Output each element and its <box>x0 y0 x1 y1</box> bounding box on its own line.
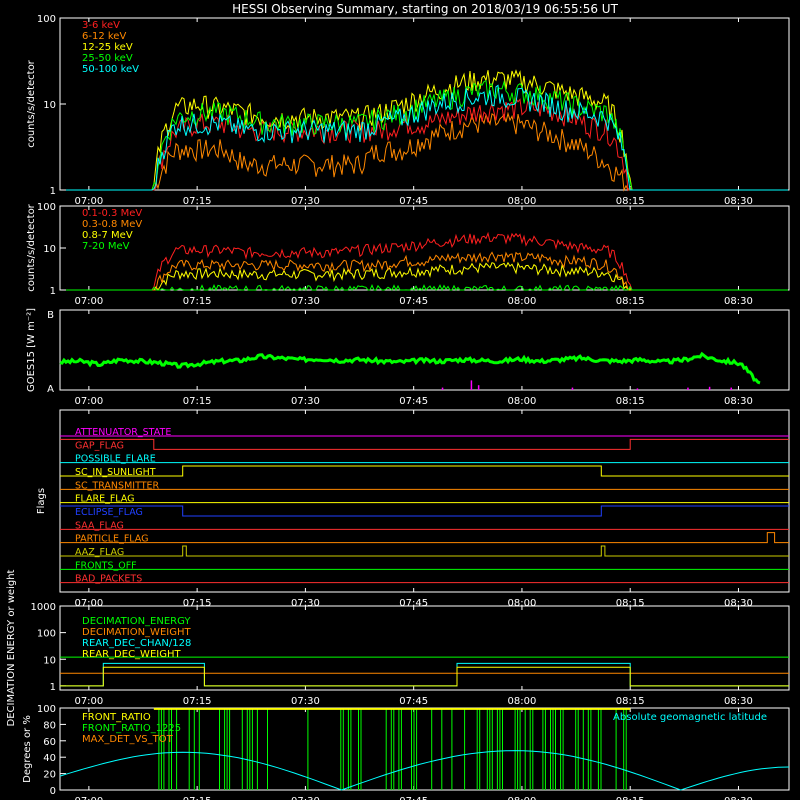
panel-high-energy-xtick-label-1: 07:15 <box>183 296 212 307</box>
panel-high-energy-xtick-label-6: 08:30 <box>724 296 753 307</box>
panel-high-energy-xtick-label-0: 07:00 <box>74 296 103 307</box>
panel-decimation-xtick-label-0: 07:00 <box>74 696 103 707</box>
panel-high-energy-xtick-label-5: 08:15 <box>616 296 645 307</box>
panel-high-energy-legend-2: 0.8-7 MeV <box>82 230 133 241</box>
panel-ratios-legend-1: FRONT_RATIO_1225 <box>82 723 181 734</box>
hessi-summary-plot: HESSI Observing Summary, starting on 201… <box>0 0 800 800</box>
panel-goes-xtick-label-4: 08:00 <box>508 396 537 407</box>
panel-goes-ytick-label-0: A <box>47 384 54 395</box>
panel-decimation-xtick-label-6: 08:30 <box>724 696 753 707</box>
panel-decimation-xtick-label-2: 07:30 <box>291 696 320 707</box>
panel-ratios-xtick-label-1: 07:15 <box>183 796 212 800</box>
panel-decimation-ytick-label-0: 1 <box>50 682 56 693</box>
panel-ratios-ytick-label-5: 100 <box>37 704 56 715</box>
panel-ratios-xtick-label-5: 08:15 <box>616 796 645 800</box>
panel-decimation-ytick-label-2: 100 <box>37 629 56 640</box>
panel-decimation-xtick-label-5: 08:15 <box>616 696 645 707</box>
panel-decimation-xtick-label-1: 07:15 <box>183 696 212 707</box>
panel-ratios-xtick-label-2: 07:30 <box>291 796 320 800</box>
panel-high-energy-legend-0: 0.1-0.3 MeV <box>82 208 142 219</box>
panel-low-energy-legend-1: 6-12 keV <box>82 31 126 42</box>
panel-high-energy-xtick-label-4: 08:00 <box>508 296 537 307</box>
panel-goes-ylabel: GOES15 [W m⁻²] <box>26 308 37 392</box>
panel-low-energy-xtick-label-3: 07:45 <box>399 196 428 207</box>
panel-ratios-ytick-label-4: 80 <box>43 720 56 731</box>
panel-low-energy-xtick-label-4: 08:00 <box>508 196 537 207</box>
panel-ratios-ytick-label-1: 20 <box>43 770 56 781</box>
panel-decimation-ytick-label-1: 10 <box>43 655 56 666</box>
panel-ratios-legend-2: MAX_DET_VS_TOT <box>82 734 174 745</box>
plot-title: HESSI Observing Summary, starting on 201… <box>232 2 618 16</box>
panel-ratios-ylabel: Degrees or % <box>22 715 33 783</box>
panel-ratios-legend-0: FRONT_RATIO <box>82 712 151 723</box>
panel-decimation-ytick-label-3: 1000 <box>31 602 56 613</box>
panel-high-energy-ytick-label-2: 100 <box>37 202 56 213</box>
panel-ratios-xtick-label-6: 08:30 <box>724 796 753 800</box>
panel-low-energy-xtick-label-5: 08:15 <box>616 196 645 207</box>
panel-goes-xtick-label-5: 08:15 <box>616 396 645 407</box>
panel-high-energy-xtick-label-3: 07:45 <box>399 296 428 307</box>
panel-decimation-legend-1: DECIMATION_WEIGHT <box>82 627 191 638</box>
panel-decimation-legend-0: DECIMATION_ENERGY <box>82 616 191 627</box>
panel-flags-label-1: GAP_FLAG <box>75 440 124 451</box>
panel-low-energy-legend-2: 12-25 keV <box>82 42 133 53</box>
panel-low-energy-xtick-label-0: 07:00 <box>74 196 103 207</box>
panel-goes-ytick-label-1: B <box>47 310 54 321</box>
panel-low-energy-ytick-label-2: 100 <box>37 14 56 25</box>
panel-flags-ylabel: Flags <box>36 488 47 514</box>
panel-decimation-xtick-label-4: 08:00 <box>508 696 537 707</box>
panel-ratios-right-label: Absolute geomagnetic latitude <box>613 712 767 723</box>
panel-high-energy-ylabel: counts/s/detector <box>26 203 37 291</box>
panel-decimation-legend-3: REAR_DEC_WEIGHT <box>82 649 181 660</box>
panel-goes-xtick-label-3: 07:45 <box>399 396 428 407</box>
panel-low-energy-xtick-label-1: 07:15 <box>183 196 212 207</box>
panel-low-energy-ytick-label-0: 1 <box>50 186 56 197</box>
panel-ratios-xtick-label-3: 07:45 <box>399 796 428 800</box>
panel-low-energy-xtick-label-6: 08:30 <box>724 196 753 207</box>
panel-low-energy-legend-4: 50-100 keV <box>82 64 139 75</box>
panel-ratios-ytick-label-0: 0 <box>50 786 56 797</box>
panel-decimation-ylabel: DECIMATION ENERGY or weight <box>6 569 17 726</box>
panel-low-energy-legend-0: 3-6 keV <box>82 20 120 31</box>
panel-ratios-ytick-label-3: 60 <box>43 737 56 748</box>
panel-decimation-xtick-label-3: 07:45 <box>399 696 428 707</box>
panel-ratios-xtick-label-4: 08:00 <box>508 796 537 800</box>
panel-ratios-xtick-label-0: 07:00 <box>74 796 103 800</box>
panel-decimation-legend-2: REAR_DEC_CHAN/128 <box>82 638 191 649</box>
panel-high-energy-ytick-label-1: 10 <box>43 244 56 255</box>
panel-high-energy-legend-3: 7-20 MeV <box>82 241 130 252</box>
panel-low-energy-ytick-label-1: 10 <box>43 100 56 111</box>
panel-low-energy-ylabel: counts/s/detector <box>26 59 37 147</box>
panel-low-energy-xtick-label-2: 07:30 <box>291 196 320 207</box>
panel-ratios-ytick-label-2: 40 <box>43 753 56 764</box>
panel-high-energy-ytick-label-0: 1 <box>50 286 56 297</box>
panel-goes-xtick-label-2: 07:30 <box>291 396 320 407</box>
panel-high-energy-legend-1: 0.3-0.8 MeV <box>82 219 142 230</box>
panel-goes-xtick-label-0: 07:00 <box>74 396 103 407</box>
panel-low-energy-legend-3: 25-50 keV <box>82 53 133 64</box>
panel-goes-xtick-label-1: 07:15 <box>183 396 212 407</box>
panel-high-energy-xtick-label-2: 07:30 <box>291 296 320 307</box>
panel-flags-label-6: ECLIPSE_FLAG <box>75 507 143 518</box>
panel-goes-xtick-label-6: 08:30 <box>724 396 753 407</box>
